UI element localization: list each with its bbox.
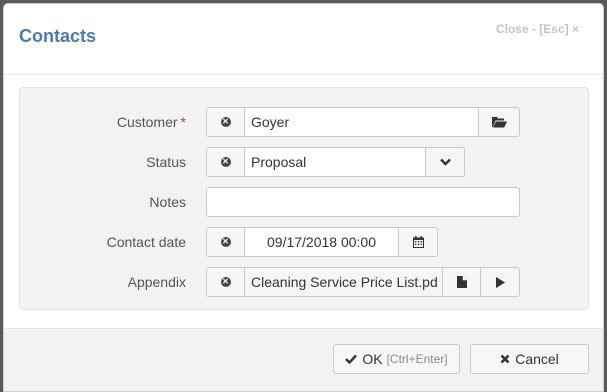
appendix-clear-button[interactable]: ✕ xyxy=(206,267,245,297)
dialog-header: Contacts Close - [Esc] × xyxy=(4,4,603,75)
contact-date-clear-button[interactable]: ✕ xyxy=(206,227,245,257)
appendix-file-name: Cleaning Service Price List.pd xyxy=(245,267,443,297)
appendix-field: ✕ Cleaning Service Price List.pd xyxy=(206,267,520,297)
appendix-label: Appendix xyxy=(127,274,186,290)
contacts-dialog: Contacts Close - [Esc] × Customer * ✕ Goy… xyxy=(3,3,604,392)
folder-open-icon xyxy=(491,117,507,128)
check-icon xyxy=(345,354,358,364)
notes-label: Notes xyxy=(149,194,186,210)
contact-date-field: ✕ 09/17/2018 00:00 xyxy=(206,227,438,257)
close-icon xyxy=(500,354,510,364)
play-icon xyxy=(495,276,505,288)
ok-label: OK xyxy=(362,351,383,367)
status-field: ✕ Proposal xyxy=(206,147,465,177)
customer-input[interactable]: Goyer xyxy=(245,107,479,137)
appendix-row: Appendix ✕ Cleaning Service Price List.p… xyxy=(20,267,588,297)
cancel-button[interactable]: Cancel xyxy=(470,344,589,374)
status-select[interactable]: Proposal xyxy=(245,147,426,177)
clear-icon: ✕ xyxy=(220,237,231,247)
contact-date-input[interactable]: 09/17/2018 00:00 xyxy=(245,227,399,257)
clear-icon: ✕ xyxy=(220,117,231,127)
customer-browse-button[interactable] xyxy=(479,107,520,137)
contact-date-label: Contact date xyxy=(106,234,186,250)
calendar-icon xyxy=(412,236,424,248)
clear-icon: ✕ xyxy=(220,157,231,167)
notes-input[interactable] xyxy=(206,187,520,217)
chevron-down-icon xyxy=(439,158,451,166)
appendix-play-button[interactable] xyxy=(481,267,520,297)
status-row: Status ✕ Proposal xyxy=(20,147,588,177)
close-button[interactable]: Close - [Esc] × xyxy=(496,22,579,36)
status-label: Status xyxy=(146,154,186,170)
required-mark: * xyxy=(180,114,186,130)
file-icon xyxy=(456,276,467,288)
customer-row: Customer * ✕ Goyer xyxy=(20,107,588,137)
notes-row: Notes xyxy=(20,187,588,217)
dialog-footer: OK [Ctrl+Enter] Cancel xyxy=(4,328,603,391)
customer-label: Customer * xyxy=(116,114,186,130)
cancel-label: Cancel xyxy=(515,351,559,367)
status-dropdown-button[interactable] xyxy=(426,147,465,177)
customer-clear-button[interactable]: ✕ xyxy=(206,107,245,137)
dialog-title: Contacts xyxy=(19,26,97,46)
contact-date-calendar-button[interactable] xyxy=(399,227,438,257)
status-clear-button[interactable]: ✕ xyxy=(206,147,245,177)
customer-field: ✕ Goyer xyxy=(206,107,520,137)
form-panel: Customer * ✕ Goyer Status ✕ Proposal Not… xyxy=(19,87,589,310)
clear-icon: ✕ xyxy=(220,277,231,287)
contact-date-row: Contact date ✕ 09/17/2018 00:00 xyxy=(20,227,588,257)
ok-button[interactable]: OK [Ctrl+Enter] xyxy=(333,344,460,374)
ok-shortcut-hint: [Ctrl+Enter] xyxy=(386,352,448,366)
appendix-file-button[interactable] xyxy=(443,267,481,297)
